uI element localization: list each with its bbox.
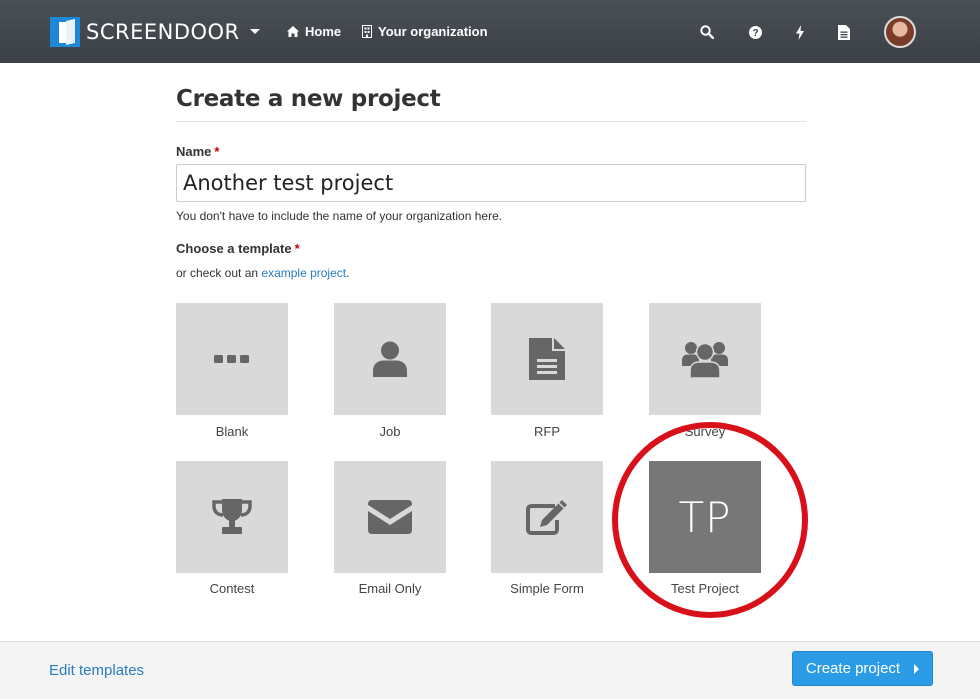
required-marker: * <box>294 241 300 256</box>
edit-templates-link[interactable]: Edit templates <box>49 662 144 679</box>
search-icon[interactable] <box>699 24 715 40</box>
template-tile-survey[interactable] <box>649 303 761 415</box>
trophy-icon <box>212 499 252 534</box>
example-project-link[interactable]: example project <box>261 266 346 280</box>
brand-menu[interactable]: SCREENDOOR <box>50 16 260 48</box>
template-help-suffix: . <box>346 266 350 280</box>
highlight-annotation-circle <box>612 422 808 618</box>
page-title: Create a new project <box>176 86 441 112</box>
lightning-icon[interactable] <box>792 24 808 40</box>
nav-home-label: Home <box>305 24 342 39</box>
template-tile-job[interactable] <box>334 303 446 415</box>
template-tile-email-only[interactable] <box>334 461 446 573</box>
required-marker: * <box>214 144 220 159</box>
envelope-icon <box>368 500 412 534</box>
template-field-label: Choose a template * <box>176 241 300 256</box>
project-name-input[interactable] <box>176 164 806 202</box>
template-label: Email Only <box>358 581 422 596</box>
chevron-down-icon <box>249 29 260 34</box>
nav-organization[interactable]: Your organization <box>362 24 488 39</box>
name-field-label: Name * <box>176 144 219 159</box>
group-icon <box>682 342 728 378</box>
name-label-text: Name <box>176 144 212 159</box>
template-tile-contest[interactable] <box>176 461 288 573</box>
top-navbar: SCREENDOOR <box>0 0 980 63</box>
template-tile-blank[interactable] <box>176 303 288 415</box>
user-icon <box>373 341 407 377</box>
screendoor-logo-icon <box>50 16 80 47</box>
brand-name: SCREENDOOR <box>86 19 240 44</box>
create-project-button[interactable]: Create project <box>792 651 933 686</box>
svg-text:?: ? <box>752 28 758 39</box>
document-icon <box>529 338 565 380</box>
template-label: Job <box>379 424 401 439</box>
nav-home[interactable]: Home <box>287 24 341 39</box>
ellipsis-icon <box>214 355 249 363</box>
template-label: RFP <box>534 424 560 439</box>
help-icon[interactable]: ? <box>747 24 763 40</box>
building-icon <box>362 25 372 38</box>
edit-icon <box>526 500 567 535</box>
template-label: Blank <box>215 424 249 439</box>
chevron-right-icon <box>914 663 920 674</box>
title-divider <box>176 121 806 122</box>
name-help-text: You don't have to include the name of yo… <box>176 209 503 223</box>
user-avatar[interactable] <box>884 16 916 48</box>
template-tile-rfp[interactable] <box>491 303 603 415</box>
nav-organization-label: Your organization <box>378 24 488 39</box>
home-icon <box>287 26 299 37</box>
template-help-prefix: or check out an <box>176 266 262 280</box>
template-help-text: or check out an example project. <box>176 266 349 280</box>
template-tile-simple-form[interactable] <box>491 461 603 573</box>
document-icon[interactable] <box>836 24 852 40</box>
create-project-label: Create project <box>805 660 901 677</box>
template-label: Contest <box>209 581 255 596</box>
template-label-text: Choose a template <box>176 241 292 256</box>
template-label: Simple Form <box>510 581 584 596</box>
